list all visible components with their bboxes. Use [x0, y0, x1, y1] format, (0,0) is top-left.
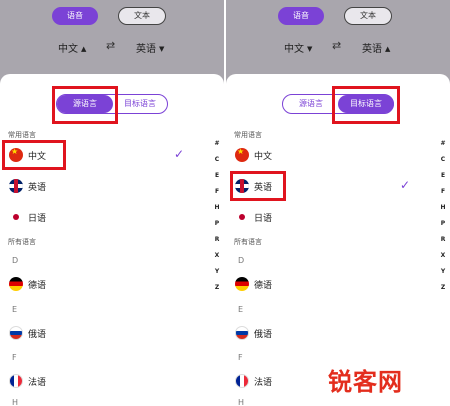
target-language-button[interactable]: 英语 ▼	[136, 40, 164, 55]
index-letter[interactable]: #	[213, 136, 221, 152]
tab-voice[interactable]: 语音	[278, 7, 324, 25]
item-label: 法语	[28, 378, 47, 388]
index-letter[interactable]: P	[439, 216, 447, 232]
china-flag-icon	[235, 148, 249, 162]
letter-header: E	[238, 305, 244, 314]
language-sheet: 源语言 目标语言 常用语言 中文 ✓ 英语 日语 所有语言 D	[0, 74, 224, 406]
letter-header: E	[12, 305, 18, 314]
item-label: 日语	[254, 214, 273, 224]
item-label: 中文	[254, 152, 273, 162]
source-language-button[interactable]: 中文 ▼	[284, 40, 312, 55]
chevron-up-icon: ▲	[385, 45, 391, 53]
index-letter[interactable]: F	[213, 184, 221, 200]
source-language-label: 中文	[58, 44, 78, 55]
index-letter[interactable]: H	[439, 200, 447, 216]
segment-target-button[interactable]: 目标语言	[112, 95, 168, 113]
section-common-label: 常用语言	[234, 131, 262, 139]
section-common-label: 常用语言	[8, 131, 36, 139]
tab-voice[interactable]: 语音	[52, 7, 98, 25]
index-letter[interactable]: E	[213, 168, 221, 184]
index-letter[interactable]: X	[213, 248, 221, 264]
index-letter[interactable]: F	[439, 184, 447, 200]
index-letter[interactable]: Y	[213, 264, 221, 280]
section-all-label: 所有语言	[8, 238, 36, 246]
russia-flag-icon	[9, 326, 23, 340]
highlight-box	[230, 171, 286, 201]
chevron-down-icon: ▼	[159, 45, 165, 53]
chevron-down-icon: ▼	[307, 45, 313, 53]
list-item-japanese[interactable]: 日语	[226, 204, 436, 230]
list-item-german[interactable]: 德语	[0, 271, 210, 297]
top-bar: 语音 文本 中文 ▼ ⇄ 英语 ▲	[226, 0, 450, 74]
target-language-label: 英语	[136, 44, 156, 55]
item-label: 俄语	[28, 330, 47, 340]
target-language-label: 英语	[362, 44, 382, 55]
germany-flag-icon	[235, 277, 249, 291]
letter-header: D	[12, 256, 19, 265]
letter-header: F	[238, 353, 243, 362]
source-language-label: 中文	[284, 44, 304, 55]
letter-header: H	[238, 398, 245, 406]
list-item-chinese[interactable]: 中文	[226, 142, 436, 168]
target-language-button[interactable]: 英语 ▲	[362, 40, 390, 55]
language-switcher: 中文 ▲ ⇄ 英语 ▼	[0, 39, 224, 56]
list-item-japanese[interactable]: 日语	[0, 204, 210, 230]
index-letter[interactable]: H	[213, 200, 221, 216]
list-item-russian[interactable]: 俄语	[226, 320, 436, 346]
uk-flag-icon	[9, 179, 23, 193]
index-letter[interactable]: Z	[439, 280, 447, 296]
list-item-english[interactable]: 英语	[0, 173, 210, 199]
alphabet-index[interactable]: # C E F H P R X Y Z	[439, 136, 447, 296]
list-item-french[interactable]: 法语	[0, 368, 210, 394]
index-letter[interactable]: E	[439, 168, 447, 184]
germany-flag-icon	[9, 277, 23, 291]
tab-text[interactable]: 文本	[344, 7, 392, 25]
list-item-russian[interactable]: 俄语	[0, 320, 210, 346]
france-flag-icon	[9, 374, 23, 388]
japan-flag-icon	[235, 210, 249, 224]
letter-header: D	[238, 256, 245, 265]
panel-target-selection: 语音 文本 中文▼ ⇄ 英语▲ 源语言 目标语言 常用语言 中文 英语 ✓	[226, 0, 450, 406]
russia-flag-icon	[235, 326, 249, 340]
index-letter[interactable]: Y	[439, 264, 447, 280]
language-switcher: 中文 ▼ ⇄ 英语 ▲	[226, 39, 450, 56]
highlight-box	[52, 86, 118, 124]
index-letter[interactable]: P	[213, 216, 221, 232]
checkmark-icon: ✓	[174, 147, 185, 161]
letter-header: F	[12, 353, 17, 362]
source-language-button[interactable]: 中文 ▲	[58, 40, 86, 55]
segment-source-button[interactable]: 源语言	[283, 95, 339, 113]
index-letter[interactable]: R	[213, 232, 221, 248]
checkmark-icon: ✓	[400, 178, 411, 192]
list-item-german[interactable]: 德语	[226, 271, 436, 297]
panel-source-selection: 语音 文本 中文▲ ⇄ 英语▼ 源语言 目标语言 常用语言 中文 ✓	[0, 0, 224, 406]
letter-header: H	[12, 398, 19, 406]
highlight-box	[332, 86, 400, 124]
japan-flag-icon	[9, 210, 23, 224]
highlight-box	[2, 140, 66, 170]
swap-arrows-icon[interactable]: ⇄	[332, 39, 341, 52]
item-label: 俄语	[254, 330, 273, 340]
screenshot-stage: 语音 文本 中文▲ ⇄ 英语▼ 源语言 目标语言 常用语言 中文 ✓	[0, 0, 450, 406]
alphabet-index[interactable]: # C E F H P R X Y Z	[213, 136, 221, 296]
watermark: 锐客网	[328, 368, 403, 396]
index-letter[interactable]: C	[213, 152, 221, 168]
top-bar: 语音 文本 中文 ▲ ⇄ 英语 ▼	[0, 0, 224, 74]
index-letter[interactable]: #	[439, 136, 447, 152]
index-letter[interactable]: C	[439, 152, 447, 168]
section-all-label: 所有语言	[234, 238, 262, 246]
item-label: 法语	[254, 378, 273, 388]
item-label: 英语	[28, 183, 47, 193]
item-label: 德语	[254, 281, 273, 291]
index-letter[interactable]: X	[439, 248, 447, 264]
index-letter[interactable]: R	[439, 232, 447, 248]
swap-arrows-icon[interactable]: ⇄	[106, 39, 115, 52]
item-label: 德语	[28, 281, 47, 291]
france-flag-icon	[235, 374, 249, 388]
item-label: 日语	[28, 214, 47, 224]
chevron-up-icon: ▲	[81, 45, 87, 53]
language-sheet: 源语言 目标语言 常用语言 中文 英语 ✓ 日语 所有语言 D	[226, 74, 450, 406]
index-letter[interactable]: Z	[213, 280, 221, 296]
tab-text[interactable]: 文本	[118, 7, 166, 25]
